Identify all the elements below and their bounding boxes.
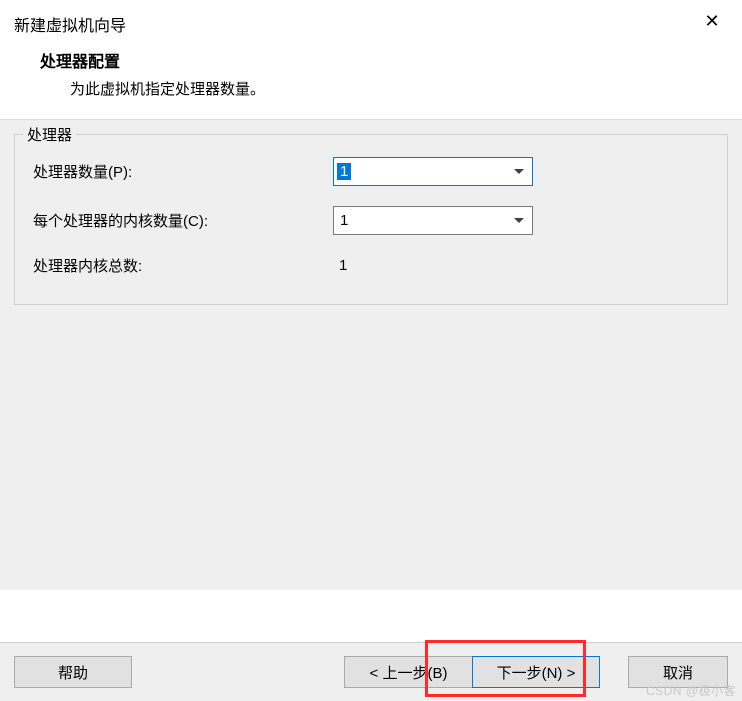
close-icon[interactable]: ✕ — [698, 12, 726, 30]
page-title: 处理器配置 — [40, 48, 726, 72]
cores-combo[interactable]: 1 — [333, 206, 533, 235]
groupbox-label: 处理器 — [23, 124, 76, 145]
processors-label: 处理器数量(P): — [33, 161, 333, 182]
processors-value: 1 — [337, 163, 351, 180]
cores-value: 1 — [340, 212, 348, 229]
wizard-footer: 帮助 < 上一步(B) 下一步(N) > 取消 — [0, 643, 742, 701]
page-subtitle: 为此虚拟机指定处理器数量。 — [40, 78, 726, 99]
processors-combo[interactable]: 1 — [333, 157, 533, 186]
back-button[interactable]: < 上一步(B) — [344, 656, 472, 688]
window-title: 新建虚拟机向导 — [14, 12, 126, 36]
cores-label: 每个处理器的内核数量(C): — [33, 210, 333, 231]
help-button[interactable]: 帮助 — [14, 656, 132, 688]
total-cores-value: 1 — [333, 257, 347, 274]
cancel-button[interactable]: 取消 — [628, 656, 728, 688]
processor-groupbox: 处理器 处理器数量(P): 1 每个处理器的内核数量(C): 1 处理器内核总数… — [14, 134, 728, 305]
chevron-down-icon — [514, 218, 524, 223]
total-cores-label: 处理器内核总数: — [33, 255, 333, 276]
next-button[interactable]: 下一步(N) > — [472, 656, 600, 688]
wizard-header: 处理器配置 为此虚拟机指定处理器数量。 — [0, 36, 742, 119]
chevron-down-icon — [514, 169, 524, 174]
